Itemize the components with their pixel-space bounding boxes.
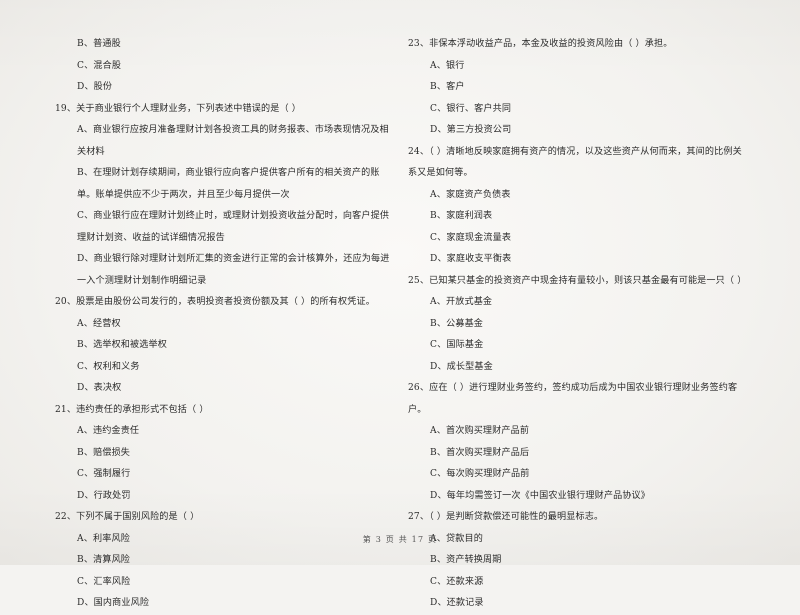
- question-option: D、第三方投资公司: [430, 125, 512, 135]
- two-column-body: B、普通股 C、混合股 D、股份 19、关于商业银行个人理财业务，下列表述中错误…: [0, 34, 800, 608]
- orphan-option: C、混合股: [77, 60, 122, 71]
- question-option: B、清算风险: [77, 555, 131, 565]
- question-option: C、银行、客户共同: [430, 103, 512, 114]
- question-option: C、家庭现金流量表: [430, 232, 512, 243]
- question-option: B、在理财计划存续期间，商业银行应向客户提供客户所有的相关资产的账单。账单提供应…: [77, 168, 380, 200]
- question-option: A、首次购买理财产品前: [430, 426, 530, 436]
- question-21: 21、违约责任的承担形式不包括（ ） A、违约金责任 B、赔偿损失 C、强制履行…: [55, 400, 395, 508]
- question-option: A、经营权: [77, 318, 121, 329]
- question-option: D、行政处罚: [77, 490, 131, 501]
- question-stem: 21、违约责任的承担形式不包括（ ）: [55, 404, 209, 415]
- question-option: D、商业银行除对理财计划所汇集的资金进行正常的会计核算外，还应为每进一入个测理财…: [77, 254, 390, 286]
- question-option: B、资产转换周期: [430, 555, 502, 565]
- question-option: A、商业银行应按月准备理财计划各投资工具的财务报表、市场表现情况及相关材料: [77, 125, 389, 157]
- question-option: C、商业银行应在理财计划终止时，或理财计划投资收益分配时，向客户提供理财计划资、…: [77, 211, 390, 243]
- question-option: B、首次购买理财产品后: [430, 447, 530, 458]
- question-stem: 24、（ ）清晰地反映家庭拥有资产的情况，以及这些资产从何而来，其间的比例关系又…: [408, 146, 742, 179]
- orphan-option: D、股份: [77, 82, 113, 92]
- question-option: A、违约金责任: [77, 426, 140, 436]
- question-option: C、强制履行: [77, 469, 131, 479]
- question-option: C、还款来源: [430, 576, 484, 587]
- right-column: 23、非保本浮动收益产品，本金及收益的投资风险由（ ）承担。 A、银行 B、客户…: [408, 34, 748, 608]
- question-27: 27、（ ）是判断贷款偿还可能性的最明显标志。 A、贷款目的 B、资产转换周期 …: [408, 507, 748, 615]
- orphan-option: B、普通股: [77, 39, 121, 49]
- question-24: 24、（ ）清晰地反映家庭拥有资产的情况，以及这些资产从何而来，其间的比例关系又…: [408, 142, 748, 271]
- question-option: D、国内商业风险: [77, 598, 150, 608]
- question-stem: 27、（ ）是判断贷款偿还可能性的最明显标志。: [408, 512, 604, 522]
- question-stem: 23、非保本浮动收益产品，本金及收益的投资风险由（ ）承担。: [408, 39, 673, 49]
- left-column: B、普通股 C、混合股 D、股份 19、关于商业银行个人理财业务，下列表述中错误…: [55, 34, 395, 608]
- question-option: D、成长型基金: [430, 361, 493, 372]
- question-stem: 25、已知某只基金的投资资产中现金持有量较小，则该只基金最有可能是一只（ ）: [408, 275, 747, 286]
- question-stem: 22、下列不属于国别风险的是（ ）: [55, 512, 200, 522]
- question-option: C、每次购买理财产品前: [430, 469, 530, 479]
- question-22: 22、下列不属于国别风险的是（ ） A、利率风险 B、清算风险 C、汇率风险 D…: [55, 507, 395, 615]
- question-option: D、表决权: [77, 383, 122, 393]
- question-option: A、家庭资产负债表: [430, 189, 511, 200]
- page-footer: 第 3 页 共 17 页: [362, 535, 438, 544]
- question-stem: 19、关于商业银行个人理财业务，下列表述中错误的是（ ）: [55, 103, 302, 114]
- question-option: C、汇率风险: [77, 576, 131, 587]
- question-option: A、开放式基金: [430, 297, 493, 307]
- question-option: C、权利和义务: [77, 361, 140, 372]
- question-option: D、每年均需签订一次《中国农业银行理财产品协议》: [430, 490, 651, 501]
- question-option: B、选举权和被选举权: [77, 340, 168, 350]
- question-option: D、家庭收支平衡表: [430, 254, 512, 264]
- question-option: B、赔偿损失: [77, 447, 131, 458]
- question-25: 25、已知某只基金的投资资产中现金持有量较小，则该只基金最有可能是一只（ ） A…: [408, 271, 748, 379]
- question-stem: 26、应在（ ）进行理财业务签约，签约成功后成为中国农业银行理财业务签约客户。: [408, 383, 738, 415]
- question-option: C、国际基金: [430, 340, 484, 350]
- question-23: 23、非保本浮动收益产品，本金及收益的投资风险由（ ）承担。 A、银行 B、客户…: [408, 34, 748, 142]
- question-19: 19、关于商业银行个人理财业务，下列表述中错误的是（ ） A、商业银行应按月准备…: [55, 99, 395, 293]
- question-stem: 20、股票是由股份公司发行的，表明投资者投资份额及其（ ）的所有权凭证。: [55, 297, 375, 307]
- question-option: B、家庭利润表: [430, 211, 493, 221]
- question-option: D、还款记录: [430, 598, 484, 608]
- question-option: B、公募基金: [430, 318, 484, 329]
- question-26: 26、应在（ ）进行理财业务签约，签约成功后成为中国农业银行理财业务签约客户。 …: [408, 378, 748, 507]
- question-option: B、客户: [430, 82, 465, 92]
- question-option: A、银行: [430, 60, 465, 71]
- question-20: 20、股票是由股份公司发行的，表明投资者投资份额及其（ ）的所有权凭证。 A、经…: [55, 292, 395, 400]
